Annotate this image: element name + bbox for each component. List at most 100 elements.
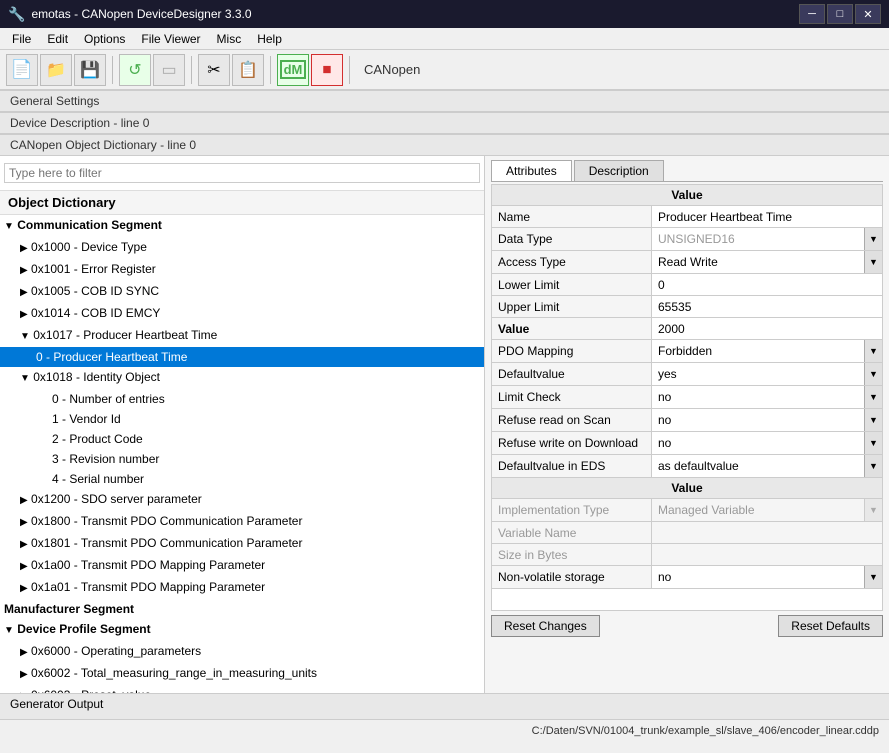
refuse-read-dropdown-arrow[interactable]: ▼ [864, 409, 882, 431]
tree-0x1000[interactable]: ▶ 0x1000 - Device Type [0, 237, 484, 259]
tree-0x6003[interactable]: ▶ 0x6003 - Preset_value [0, 685, 484, 693]
tree-0x6002[interactable]: ▶ 0x6002 - Total_measuring_range_in_meas… [0, 663, 484, 685]
menu-help[interactable]: Help [249, 30, 290, 48]
nonvolatile-dropdown-arrow[interactable]: ▼ [864, 566, 882, 588]
label-lower-limit: Lower Limit [492, 274, 652, 296]
expand-icon: ▶ [20, 495, 28, 506]
access-dropdown-arrow[interactable]: ▼ [864, 251, 882, 273]
value-datatype[interactable]: UNSIGNED16 ▼ [652, 228, 883, 251]
minimize-button[interactable]: ─ [799, 4, 825, 24]
expand-icon: ▶ [20, 647, 28, 658]
stop-button[interactable]: ⏹ [311, 54, 343, 86]
open-button[interactable]: 📁 [40, 54, 72, 86]
value-size-bytes [652, 544, 883, 566]
tree-0x1a01[interactable]: ▶ 0x1a01 - Transmit PDO Mapping Paramete… [0, 577, 484, 599]
tree-0x1200[interactable]: ▶ 0x1200 - SDO server parameter [0, 489, 484, 511]
value-upper-limit: 65535 [652, 296, 883, 318]
tabs-container: Attributes Description [491, 160, 883, 182]
refuse-write-dropdown-arrow[interactable]: ▼ [864, 432, 882, 454]
default-dropdown-arrow[interactable]: ▼ [864, 363, 882, 385]
value-input[interactable] [658, 322, 876, 336]
app-title: emotas - CANopen DeviceDesigner 3.3.0 [31, 7, 799, 21]
tree-container[interactable]: ▼ Communication Segment ▶ 0x1000 - Devic… [0, 215, 484, 693]
tree-0x1801[interactable]: ▶ 0x1801 - Transmit PDO Communication Pa… [0, 533, 484, 555]
menu-file-viewer[interactable]: File Viewer [133, 30, 208, 48]
tree-0x1005[interactable]: ▶ 0x1005 - COB ID SYNC [0, 281, 484, 303]
tab-description[interactable]: Description [574, 160, 664, 181]
table-row-default: Defaultvalue yes ▼ [492, 363, 883, 386]
tree-0x6000[interactable]: ▶ 0x6000 - Operating_parameters [0, 641, 484, 663]
value-nonvolatile[interactable]: no ▼ [652, 566, 883, 589]
tree-0x1014[interactable]: ▶ 0x1014 - COB ID EMCY [0, 303, 484, 325]
value-refuse-read[interactable]: no ▼ [652, 409, 883, 432]
tree-0x1018-3[interactable]: 3 - Revision number [0, 449, 484, 469]
tree-0x1018[interactable]: ▼ 0x1018 - Identity Object [0, 367, 484, 389]
label-name: Name [492, 206, 652, 228]
value-limit-check[interactable]: no ▼ [652, 386, 883, 409]
status-path: C:/Daten/SVN/01004_trunk/example_sl/slav… [532, 725, 879, 737]
value-access[interactable]: Read Write ▼ [652, 251, 883, 274]
tree-0x1017[interactable]: ▼ 0x1017 - Producer Heartbeat Time [0, 325, 484, 347]
new-icon: 📄 [11, 59, 33, 80]
object-dictionary-header: CANopen Object Dictionary - line 0 [0, 134, 889, 156]
stop-icon: ⏹ [323, 59, 332, 80]
menu-edit[interactable]: Edit [39, 30, 76, 48]
tree-communication-segment[interactable]: ▼ Communication Segment [0, 215, 484, 237]
tree-0x1018-4[interactable]: 4 - Serial number [0, 469, 484, 489]
value-value[interactable] [652, 318, 883, 340]
pdo-text: Forbidden [652, 344, 864, 358]
tree-0x1018-0[interactable]: 0 - Number of entries [0, 389, 484, 409]
tree-manufacturer-segment[interactable]: Manufacturer Segment [0, 599, 484, 619]
close-button[interactable]: ✕ [855, 4, 881, 24]
label-variable-name: Variable Name [492, 522, 652, 544]
tree-0x1a00[interactable]: ▶ 0x1a00 - Transmit PDO Mapping Paramete… [0, 555, 484, 577]
tree-0x1001[interactable]: ▶ 0x1001 - Error Register [0, 259, 484, 281]
maximize-button[interactable]: □ [827, 4, 853, 24]
save-button[interactable]: 💾 [74, 54, 106, 86]
tree-0x1800[interactable]: ▶ 0x1800 - Transmit PDO Communication Pa… [0, 511, 484, 533]
tree-0x1017-0[interactable]: 0 - Producer Heartbeat Time [0, 347, 484, 367]
toolbar-separator-4 [349, 56, 350, 84]
dm-icon: dM [280, 60, 307, 79]
run-button[interactable]: ↺ [119, 54, 151, 86]
expand-icon: ▶ [20, 669, 28, 680]
menu-options[interactable]: Options [76, 30, 133, 48]
scissors-icon: ✂ [207, 60, 220, 80]
blank-button[interactable]: ▭ [153, 54, 185, 86]
value-default-eds[interactable]: as defaultvalue ▼ [652, 455, 883, 478]
window-controls: ─ □ ✕ [799, 4, 881, 24]
value-impl-type: Managed Variable ▼ [652, 499, 883, 522]
limit-check-dropdown-arrow[interactable]: ▼ [864, 386, 882, 408]
value-variable-name [652, 522, 883, 544]
dm-button[interactable]: dM [277, 54, 309, 86]
tab-attributes[interactable]: Attributes [491, 160, 572, 181]
value-refuse-write[interactable]: no ▼ [652, 432, 883, 455]
label-default: Defaultvalue [492, 363, 652, 386]
default-text: yes [652, 367, 864, 381]
value-pdo[interactable]: Forbidden ▼ [652, 340, 883, 363]
tree-device-profile-segment[interactable]: ▼ Device Profile Segment [0, 619, 484, 641]
menu-file[interactable]: File [4, 30, 39, 48]
value-lower-limit: 0 [652, 274, 883, 296]
value-default[interactable]: yes ▼ [652, 363, 883, 386]
menu-misc[interactable]: Misc [209, 30, 250, 48]
default-eds-text: as defaultvalue [652, 459, 864, 473]
cut-button[interactable]: ✂ [198, 54, 230, 86]
label-pdo: PDO Mapping [492, 340, 652, 363]
pdo-dropdown-arrow[interactable]: ▼ [864, 340, 882, 362]
expand-icon: ▼ [20, 373, 30, 384]
expand-icon: ▶ [20, 561, 28, 572]
label-impl-type: Implementation Type [492, 499, 652, 522]
datatype-dropdown-arrow[interactable]: ▼ [864, 228, 882, 250]
new-button[interactable]: 📄 [6, 54, 38, 86]
filter-input[interactable] [4, 163, 480, 183]
label-default-eds: Defaultvalue in EDS [492, 455, 652, 478]
value-header-2: Value [492, 478, 883, 499]
run-icon: ↺ [128, 60, 141, 80]
tree-0x1018-2[interactable]: 2 - Product Code [0, 429, 484, 449]
copy-button[interactable]: 📋 [232, 54, 264, 86]
reset-defaults-button[interactable]: Reset Defaults [778, 615, 883, 637]
default-eds-dropdown-arrow[interactable]: ▼ [864, 455, 882, 477]
tree-0x1018-1[interactable]: 1 - Vendor Id [0, 409, 484, 429]
reset-changes-button[interactable]: Reset Changes [491, 615, 600, 637]
